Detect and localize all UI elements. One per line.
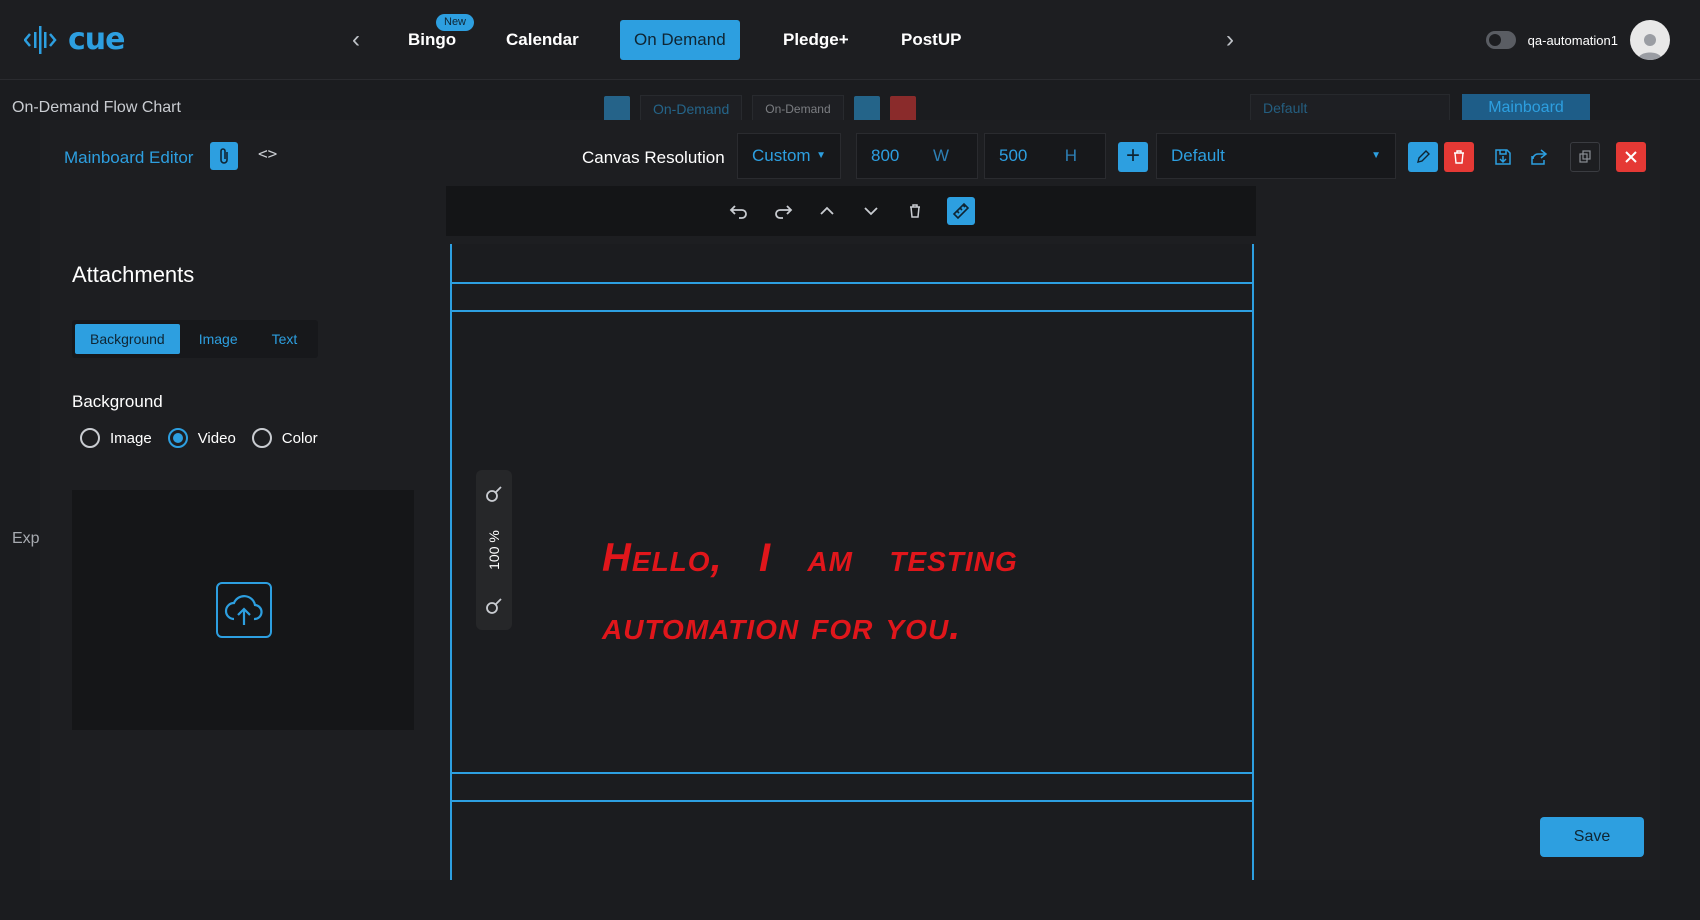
tab-image[interactable]: Image [184, 324, 253, 354]
caret-down-icon: ▼ [816, 150, 826, 161]
share-button[interactable] [1524, 142, 1554, 172]
save-preset-button[interactable] [1488, 142, 1518, 172]
guide-line [452, 800, 1252, 802]
zoom-control: 100 % [476, 470, 512, 630]
save-button[interactable]: Save [1540, 817, 1644, 857]
close-modal-button[interactable] [1616, 142, 1646, 172]
height-unit: H [1064, 146, 1077, 165]
upload-dropzone[interactable] [72, 490, 414, 730]
mainboard-canvas[interactable]: Hello, I am testing automation for you. [450, 244, 1254, 880]
radio-circle [80, 428, 100, 448]
copy-icon [1579, 150, 1591, 163]
redo-icon[interactable] [771, 199, 795, 223]
canvas-text-element[interactable]: Hello, I am testing automation for you. [602, 524, 1018, 660]
preset-value: Default [1171, 146, 1225, 165]
canvas-resolution-label: Canvas Resolution [582, 148, 725, 167]
radio-circle [251, 428, 272, 448]
zoom-level: 100 % [476, 524, 512, 576]
add-preset-button[interactable]: + [1118, 142, 1148, 172]
radio-video[interactable]: Video [167, 428, 236, 448]
user-icon [1638, 34, 1662, 60]
user-area: qa-automation1 [1485, 20, 1670, 60]
height-field[interactable]: 500 H [984, 133, 1106, 179]
guide-line [452, 310, 1252, 312]
width-value: 800 [871, 146, 900, 165]
bg-type-select: On-Demand [752, 95, 844, 123]
username: qa-automation1 [1527, 32, 1618, 48]
paperclip-icon [220, 148, 228, 164]
editor-title: Mainboard Editor [64, 148, 194, 167]
upload-button[interactable] [216, 582, 272, 638]
bg-preset-select: Default [1250, 94, 1450, 122]
canvas-text-line: Hello, I am testing [602, 536, 1018, 580]
attachment-tabs: Background Image Text [72, 320, 318, 358]
attachments-title: Attachments [72, 262, 195, 287]
bg-flow-select: On-Demand [640, 95, 743, 123]
width-unit: W [932, 146, 949, 165]
modal-header: Mainboard Editor <> Canvas Resolution Cu… [40, 120, 1660, 180]
code-view-icon[interactable]: <> [258, 144, 277, 163]
nav-item-pledge-plus[interactable]: Pledge+ [783, 20, 849, 60]
canvas-text-line: automation for you. [602, 604, 962, 648]
cue-logo[interactable]: cue [24, 22, 125, 57]
page-title: On-Demand Flow Chart [12, 99, 181, 116]
theme-toggle[interactable] [1485, 31, 1516, 49]
radio-circle [167, 428, 188, 448]
delete-element-icon[interactable] [903, 199, 927, 223]
background-type-radios: Image Video Color [80, 428, 334, 448]
resolution-mode-value: Custom [752, 146, 811, 165]
bg-add-button [604, 96, 630, 122]
preset-select[interactable]: Default ▼ [1156, 133, 1396, 179]
share-icon [1531, 149, 1548, 165]
radio-image[interactable]: Image [80, 428, 152, 448]
nav-item-postup[interactable]: PostUP [901, 20, 961, 60]
edit-preset-button[interactable] [1408, 142, 1438, 172]
radio-color[interactable]: Color [251, 428, 318, 448]
bg-exp-label: Exp [12, 530, 40, 547]
new-badge: New [436, 14, 475, 31]
ruler-icon[interactable] [947, 197, 975, 225]
mainboard-editor-modal: Mainboard Editor <> Canvas Resolution Cu… [40, 120, 1660, 880]
top-nav-bar: cue ‹ Bingo New Calendar On Demand Pledg… [0, 0, 1700, 80]
guide-line [452, 282, 1252, 284]
cloud-upload-icon [224, 595, 263, 625]
logo-text: cue [68, 22, 125, 57]
background-section-label: Background [72, 392, 163, 411]
bring-forward-icon[interactable] [815, 199, 839, 223]
bg-edit-button [853, 96, 880, 122]
avatar[interactable] [1630, 20, 1670, 60]
waveform-icon [24, 25, 57, 54]
send-backward-icon[interactable] [859, 199, 883, 223]
trash-icon [1454, 150, 1464, 164]
canvas-toolbar [446, 186, 1256, 236]
nav-prev-arrow-icon[interactable]: ‹ [352, 26, 360, 54]
width-field[interactable]: 800 W [856, 133, 978, 179]
nav-next-arrow-icon[interactable]: › [1226, 26, 1234, 54]
delete-preset-button[interactable] [1444, 142, 1474, 172]
bg-delete-button [889, 96, 916, 122]
copy-button[interactable] [1570, 142, 1600, 172]
undo-icon[interactable] [727, 199, 751, 223]
attachments-toggle-button[interactable] [210, 142, 238, 170]
caret-down-icon: ▼ [1371, 150, 1381, 161]
save-file-icon [1495, 149, 1511, 165]
tab-text[interactable]: Text [257, 324, 313, 354]
bg-mainboard-button: Mainboard [1462, 94, 1590, 122]
zoom-level-text: 100 % [486, 530, 503, 570]
nav-item-calendar[interactable]: Calendar [506, 20, 579, 60]
resolution-mode-select[interactable]: Custom ▼ [737, 133, 841, 179]
zoom-out-icon[interactable] [484, 596, 504, 616]
pencil-icon [1417, 150, 1430, 163]
height-value: 500 [999, 146, 1028, 165]
nav-item-on-demand[interactable]: On Demand [620, 20, 740, 60]
close-icon [1625, 151, 1637, 163]
radio-label: Image [110, 429, 152, 447]
radio-label: Video [197, 429, 236, 447]
radio-label: Color [281, 429, 318, 447]
tab-background[interactable]: Background [75, 324, 180, 354]
zoom-in-icon[interactable] [484, 484, 504, 504]
guide-line [452, 772, 1252, 774]
